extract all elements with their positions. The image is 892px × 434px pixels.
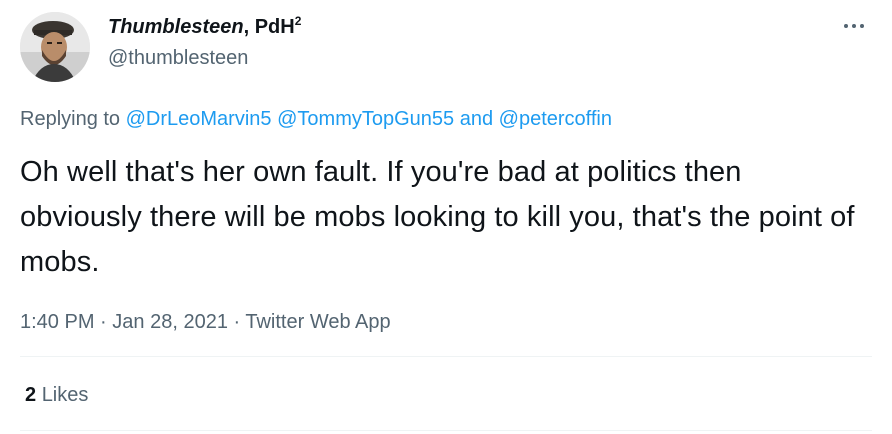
- tweet-detail: Thumblesteen, PdH2 @thumblesteen Replyin…: [0, 0, 892, 434]
- author-handle[interactable]: @thumblesteen: [108, 45, 248, 71]
- more-horizontal-icon: [852, 24, 856, 28]
- display-name-superscript: 2: [294, 14, 302, 28]
- tweet-source[interactable]: Twitter Web App: [245, 311, 390, 333]
- replying-to-and: and: [459, 108, 494, 130]
- avatar-photo-icon: [20, 12, 90, 82]
- tweet-text: Oh well that's her own fault. If you're …: [20, 156, 855, 278]
- mention-link[interactable]: @petercoffin: [499, 108, 612, 130]
- meta-separator: ·: [100, 311, 107, 333]
- display-name-italic: Thumblesteen: [108, 16, 244, 38]
- tweet-time[interactable]: 1:40 PM: [20, 311, 94, 333]
- likes-count: 2: [25, 384, 37, 406]
- likes-stat[interactable]: 2 Likes: [25, 382, 88, 408]
- mention-link[interactable]: @TommyTopGun55: [277, 108, 454, 130]
- more-horizontal-icon: [860, 24, 864, 28]
- more-horizontal-icon: [844, 24, 848, 28]
- more-options-button[interactable]: [834, 8, 874, 44]
- mention-link[interactable]: @DrLeoMarvin5: [126, 108, 272, 130]
- tweet-meta: 1:40 PM · Jan 28, 2021 · Twitter Web App: [20, 309, 391, 335]
- likes-label: Likes: [41, 384, 89, 406]
- avatar[interactable]: [20, 12, 90, 82]
- author-name-row[interactable]: Thumblesteen, PdH2: [108, 14, 301, 40]
- divider: [20, 430, 872, 431]
- display-name-rest: , PdH: [243, 16, 295, 38]
- replying-to-label: Replying to: [20, 108, 121, 130]
- tweet-date[interactable]: Jan 28, 2021: [112, 311, 228, 333]
- replying-to: Replying to @DrLeoMarvin5 @TommyTopGun55…: [20, 106, 612, 132]
- divider: [20, 356, 872, 357]
- display-name[interactable]: Thumblesteen, PdH2: [108, 14, 302, 38]
- meta-separator: ·: [233, 311, 241, 333]
